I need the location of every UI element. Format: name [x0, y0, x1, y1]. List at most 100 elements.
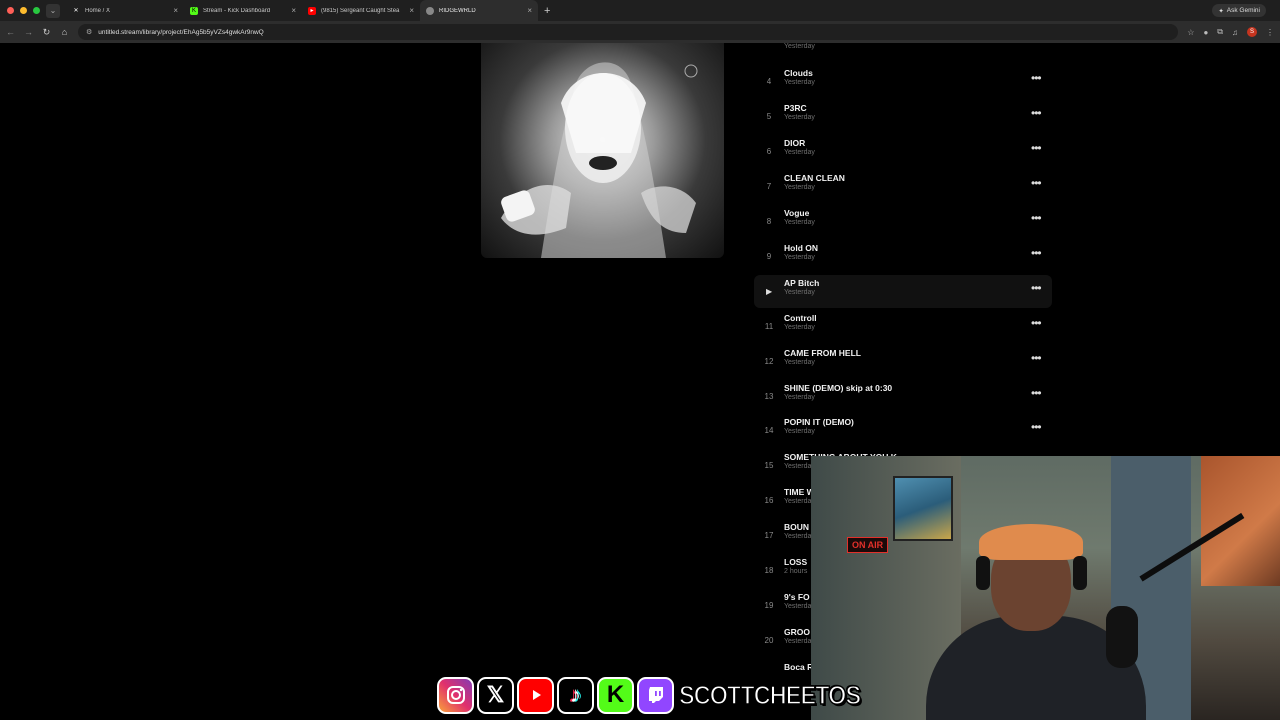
- more-options-icon[interactable]: •••: [1031, 386, 1042, 400]
- home-icon[interactable]: ⌂: [60, 27, 69, 37]
- track-number: 15: [764, 461, 774, 470]
- track-date: Yesterday: [784, 184, 815, 191]
- track-date: Yesterday: [784, 254, 815, 261]
- track-title: POPIN IT (DEMO): [784, 417, 854, 427]
- track-number: 14: [764, 426, 774, 435]
- maximize-window-button[interactable]: [33, 7, 40, 14]
- more-options-icon[interactable]: •••: [1031, 420, 1042, 434]
- play-icon[interactable]: ▶: [766, 287, 772, 296]
- track-title: DIOR: [784, 138, 806, 148]
- tab-ridgewrld[interactable]: RIDGEWRLD ×: [420, 0, 538, 21]
- tab-search-button[interactable]: ⌄: [46, 3, 60, 18]
- track-date: Yesterday: [784, 114, 815, 121]
- youtube-icon: [517, 676, 554, 714]
- track-date: Yesterday: [784, 149, 815, 156]
- more-options-icon[interactable]: •••: [1031, 281, 1042, 295]
- track-row[interactable]: 13 SHINE (DEMO) skip at 0:30 Yesterday •••: [754, 380, 1052, 413]
- track-title: CAME FROM HELL: [784, 348, 861, 358]
- ask-gemini-button[interactable]: ✦ Ask Gemini: [1212, 4, 1266, 17]
- track-title: AP Bitch: [784, 278, 820, 288]
- more-options-icon[interactable]: •••: [1031, 71, 1042, 85]
- track-row[interactable]: 6 DIOR Yesterday •••: [754, 135, 1052, 168]
- tab-title: Home / X: [85, 7, 111, 14]
- cover-figure-illustration: [501, 62, 698, 258]
- track-number: 20: [764, 636, 774, 645]
- x-logo-icon: ✕: [73, 8, 79, 14]
- reload-icon[interactable]: ↻: [42, 27, 51, 38]
- tab-kick-dashboard[interactable]: K Stream - Kick Dashboard ×: [184, 0, 302, 21]
- browser-tab-bar: ⌄ ✕ Home / X × K Stream - Kick Dashboard…: [0, 0, 1280, 21]
- more-options-icon[interactable]: •••: [1031, 141, 1042, 155]
- track-title: BOUN: [784, 522, 810, 532]
- address-bar[interactable]: ⚙ untitled.stream/library/project/EhAg5b…: [78, 24, 1179, 40]
- headphone-left: [976, 556, 990, 590]
- profile-avatar[interactable]: S: [1247, 27, 1257, 37]
- media-control-icon[interactable]: ♫: [1232, 28, 1238, 37]
- streamer-cap: [979, 524, 1083, 560]
- track-title: Clouds: [784, 68, 813, 78]
- close-icon[interactable]: ×: [173, 6, 178, 15]
- track-title: Vogue: [784, 208, 810, 218]
- close-icon[interactable]: ×: [527, 6, 532, 15]
- close-icon[interactable]: ×: [291, 6, 296, 15]
- track-number: 8: [766, 217, 772, 226]
- track-date: Yesterday: [784, 219, 815, 226]
- sparkle-icon: ✦: [1218, 7, 1224, 15]
- more-options-icon[interactable]: •••: [1031, 106, 1042, 120]
- track-number: 9: [766, 252, 772, 261]
- social-banner: 𝕏 ♪ K SCOTTCHEETOS: [437, 676, 880, 714]
- more-options-icon[interactable]: •••: [1031, 316, 1042, 330]
- track-row[interactable]: 8 Vogue Yesterday •••: [754, 205, 1052, 238]
- back-arrow-icon[interactable]: ←: [6, 27, 15, 37]
- more-options-icon[interactable]: •••: [1031, 211, 1042, 225]
- puzzle-icon[interactable]: ⧉: [1217, 27, 1223, 37]
- track-date: Yesterday: [784, 79, 815, 86]
- kick-logo-icon: K: [190, 6, 198, 15]
- close-window-button[interactable]: [7, 7, 14, 14]
- kebab-menu-icon[interactable]: ⋮: [1266, 28, 1274, 37]
- new-tab-button[interactable]: +: [544, 5, 550, 17]
- tab-title: Stream - Kick Dashboard: [203, 7, 271, 14]
- track-title: Controll: [784, 313, 817, 323]
- track-row[interactable]: 12 CAME FROM HELL Yesterday •••: [754, 345, 1052, 378]
- webcam-wood-panel: [1201, 456, 1280, 586]
- tiktok-icon: ♪: [557, 676, 594, 714]
- bookmark-star-icon[interactable]: ☆: [1187, 28, 1194, 37]
- globe-icon: [426, 6, 434, 15]
- track-row[interactable]: 11 Controll Yesterday •••: [754, 310, 1052, 343]
- tab-title: (9815) Sergeant Caught Stea: [321, 7, 400, 14]
- tab-youtube[interactable]: ▸ (9815) Sergeant Caught Stea ×: [302, 0, 420, 21]
- minimize-window-button[interactable]: [20, 7, 27, 14]
- track-number: 11: [764, 322, 774, 331]
- webcam-overlay: ON AIR: [811, 456, 1280, 720]
- more-options-icon[interactable]: •••: [1031, 351, 1042, 365]
- track-title: GROO: [784, 627, 810, 637]
- track-number: 5: [766, 112, 772, 121]
- forward-arrow-icon[interactable]: →: [24, 27, 33, 37]
- track-row[interactable]: ▶ AP Bitch Yesterday •••: [754, 275, 1052, 308]
- track-title: Hold ON: [784, 243, 818, 253]
- track-number: 13: [764, 392, 774, 401]
- track-title: LOSS: [784, 557, 808, 567]
- track-row[interactable]: 5 P3RC Yesterday •••: [754, 100, 1052, 133]
- chevron-down-icon: ⌄: [49, 6, 57, 15]
- webcam-painting: [893, 476, 953, 541]
- tab-x-home[interactable]: ✕ Home / X ×: [66, 0, 184, 21]
- extension-icon[interactable]: ●: [1203, 28, 1208, 37]
- track-row[interactable]: 14 POPIN IT (DEMO) Yesterday •••: [754, 414, 1052, 447]
- track-row[interactable]: 7 CLEAN CLEAN Yesterday •••: [754, 170, 1052, 203]
- track-number: 17: [764, 531, 774, 540]
- track-number: 12: [764, 357, 774, 366]
- more-options-icon[interactable]: •••: [1031, 176, 1042, 190]
- site-info-icon[interactable]: ⚙: [86, 28, 92, 36]
- track-title: P3RC: [784, 103, 807, 113]
- streamer-handle: SCOTTCHEETOS: [678, 679, 861, 711]
- more-options-icon[interactable]: •••: [1031, 246, 1042, 260]
- track-title: 9's FO: [784, 592, 810, 602]
- close-icon[interactable]: ×: [409, 6, 414, 15]
- ask-gemini-label: Ask Gemini: [1226, 7, 1260, 14]
- track-number: 6: [766, 147, 772, 156]
- track-row[interactable]: 4 Clouds Yesterday •••: [754, 65, 1052, 98]
- x-icon: 𝕏: [477, 676, 514, 714]
- track-row[interactable]: 9 Hold ON Yesterday •••: [754, 240, 1052, 273]
